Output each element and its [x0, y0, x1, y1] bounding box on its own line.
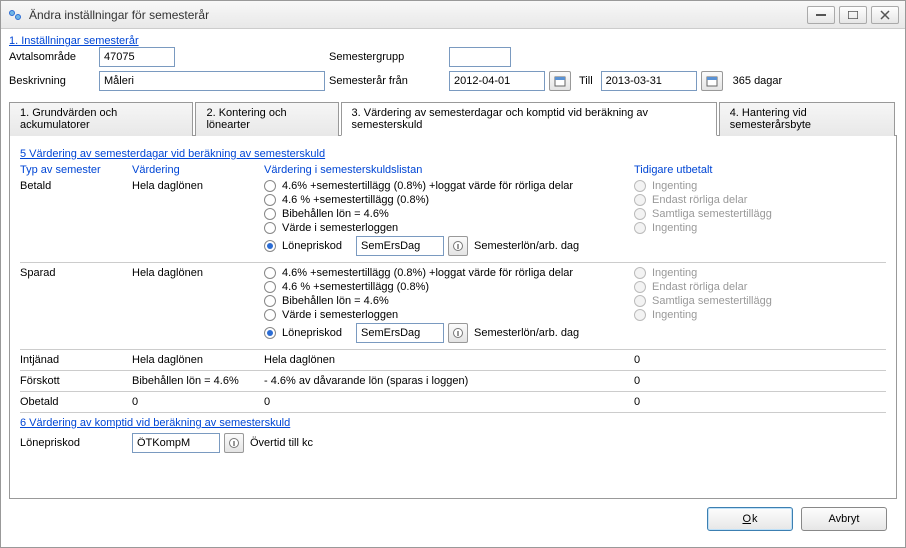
ok-button[interactable]: Ok [707, 507, 793, 531]
hdr-tid: Tidigare utbetalt [634, 164, 814, 176]
hdr-vard: Värdering [132, 164, 264, 176]
forskott-vard: Bibehållen lön = 4.6% [132, 375, 264, 387]
intjanad-vard: Hela daglönen [132, 354, 264, 366]
betald-r1[interactable]: 4.6% +semestertillägg (0.8%) +loggat vär… [264, 180, 634, 192]
avtalsomrade-input[interactable] [99, 47, 175, 67]
tab-vardering[interactable]: 3. Värdering av semesterdagar och kompti… [341, 102, 717, 136]
section6-lookup-button[interactable] [224, 433, 244, 453]
sparad-r5[interactable]: Lönepriskod Semesterlön/arb. dag [264, 323, 634, 343]
section6-title[interactable]: 6 Värdering av komptid vid beräkning av … [20, 412, 886, 429]
sparad-r1[interactable]: 4.6% +semestertillägg (0.8%) +loggat vär… [264, 267, 634, 279]
footer: Ok Avbryt [9, 499, 897, 539]
sparad-perday: Semesterlön/arb. dag [474, 327, 579, 339]
row-intjanad: Intjänad Hela daglönen Hela daglönen 0 [20, 349, 886, 368]
betald-r4[interactable]: Värde i semesterloggen [264, 222, 634, 234]
sparad-r2[interactable]: 4.6 % +semestertillägg (0.8%) [264, 281, 634, 293]
betald-t2: Endast rörliga delar [634, 194, 814, 206]
betald-r3[interactable]: Bibehållen lön = 4.6% [264, 208, 634, 220]
label-semestergrupp: Semestergrupp [329, 51, 449, 63]
fran-input[interactable] [449, 71, 545, 91]
hdr-typ: Typ av semester [20, 164, 132, 176]
titlebar: Ändra inställningar för semesterår [1, 1, 905, 29]
sparad-t3: Samtliga semestertillägg [634, 295, 814, 307]
betald-r2[interactable]: 4.6 % +semestertillägg (0.8%) [264, 194, 634, 206]
label-till: Till [579, 75, 593, 87]
betald-t4: Ingenting [634, 222, 814, 234]
row-sparad: Sparad Hela daglönen 4.6% +semestertillä… [20, 262, 886, 347]
section1-title[interactable]: 1. Inställningar semesterår [9, 35, 897, 47]
tab-hantering[interactable]: 4. Hantering vid semesterårsbyte [719, 102, 895, 136]
maximize-button[interactable] [839, 6, 867, 24]
section6-code-input[interactable] [132, 433, 220, 453]
label-avtalsomrade: Avtalsområde [9, 51, 99, 63]
intjanad-typ: Intjänad [20, 354, 132, 366]
sparad-r3[interactable]: Bibehållen lön = 4.6% [264, 295, 634, 307]
tabs: 1. Grundvärden och ackumulatorer 2. Kont… [9, 101, 897, 136]
intjanad-list: Hela daglönen [264, 354, 634, 366]
betald-t3: Samtliga semestertillägg [634, 208, 814, 220]
sparad-t2: Endast rörliga delar [634, 281, 814, 293]
sparad-typ: Sparad [20, 267, 132, 279]
betald-lookup-button[interactable] [448, 236, 468, 256]
semestergrupp-input[interactable] [449, 47, 511, 67]
sparad-t1: Ingenting [634, 267, 814, 279]
hdr-list: Värdering i semesterskuldslistan [264, 164, 634, 176]
sparad-vard: Hela daglönen [132, 267, 264, 279]
section5-title[interactable]: 5 Värdering av semesterdagar vid beräkni… [20, 148, 886, 160]
tab-kontering[interactable]: 2. Kontering och lönearter [195, 102, 338, 136]
sparad-t4: Ingenting [634, 309, 814, 321]
window-buttons [807, 6, 899, 24]
section5-header: Typ av semester Värdering Värdering i se… [20, 164, 886, 176]
section6-label: Lönepriskod [20, 437, 132, 449]
intjanad-tid: 0 [634, 354, 814, 366]
obetald-typ: Obetald [20, 396, 132, 408]
minimize-button[interactable] [807, 6, 835, 24]
betald-vard: Hela daglönen [132, 180, 264, 192]
sparad-r4[interactable]: Värde i semesterloggen [264, 309, 634, 321]
close-button[interactable] [871, 6, 899, 24]
window: Ändra inställningar för semesterår 1. In… [0, 0, 906, 548]
obetald-list: 0 [264, 396, 634, 408]
section6-desc: Övertid till kc [250, 437, 313, 449]
obetald-vard: 0 [132, 396, 264, 408]
forskott-list: - 4.6% av dåvarande lön (sparas i loggen… [264, 375, 634, 387]
label-semesterar-fran: Semesterår från [329, 75, 449, 87]
sparad-lookup-button[interactable] [448, 323, 468, 343]
window-title: Ändra inställningar för semesterår [29, 8, 807, 22]
label-beskrivning: Beskrivning [9, 75, 99, 87]
row-forskott: Förskott Bibehållen lön = 4.6% - 4.6% av… [20, 370, 886, 389]
calendar-to-button[interactable] [701, 71, 723, 91]
beskrivning-input[interactable] [99, 71, 325, 91]
betald-lonepriskod-input[interactable] [356, 236, 444, 256]
forskott-typ: Förskott [20, 375, 132, 387]
betald-typ: Betald [20, 180, 132, 192]
forskott-tid: 0 [634, 375, 814, 387]
betald-t1: Ingenting [634, 180, 814, 192]
tab-body: 5 Värdering av semesterdagar vid beräkni… [9, 136, 897, 499]
betald-perday: Semesterlön/arb. dag [474, 240, 579, 252]
cancel-button[interactable]: Avbryt [801, 507, 887, 531]
betald-r5[interactable]: Lönepriskod Semesterlön/arb. dag [264, 236, 634, 256]
obetald-tid: 0 [634, 396, 814, 408]
row-obetald: Obetald 0 0 0 [20, 391, 886, 410]
row-betald: Betald Hela daglönen 4.6% +semestertillä… [20, 178, 886, 260]
days-label: 365 dagar [733, 75, 783, 87]
sparad-lonepriskod-input[interactable] [356, 323, 444, 343]
app-icon [7, 7, 23, 23]
till-input[interactable] [601, 71, 697, 91]
tab-grundvarden[interactable]: 1. Grundvärden och ackumulatorer [9, 102, 193, 136]
calendar-from-button[interactable] [549, 71, 571, 91]
